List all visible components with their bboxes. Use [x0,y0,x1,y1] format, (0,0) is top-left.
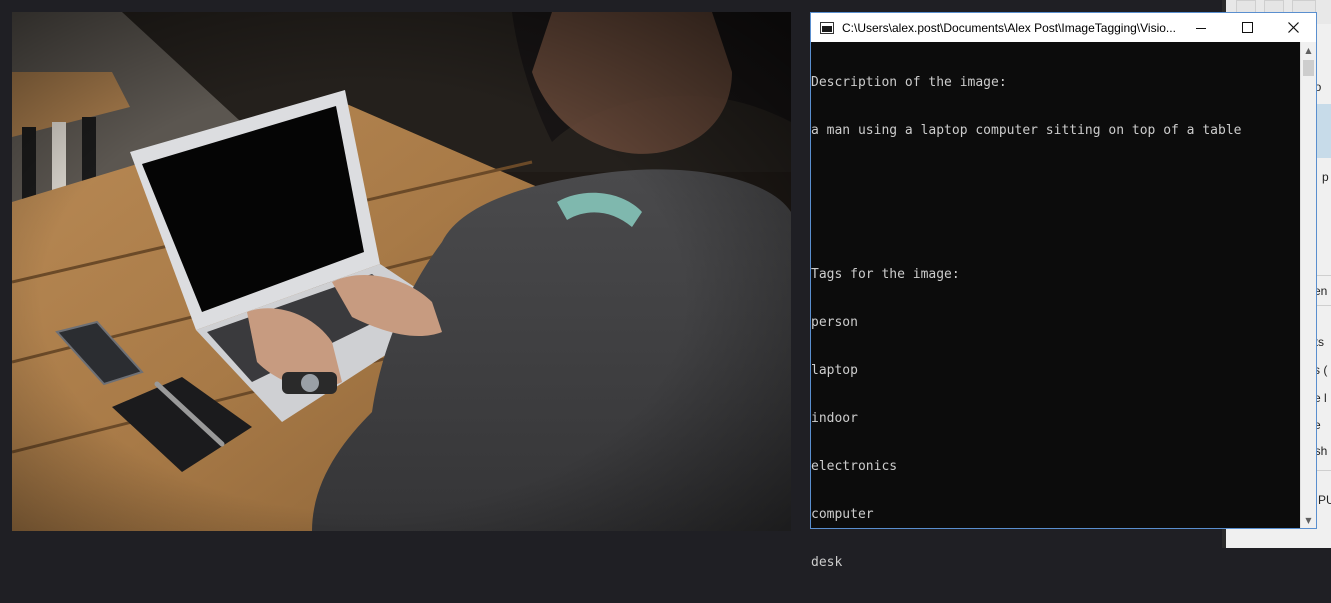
console-line: person [811,315,858,330]
close-icon [1287,22,1299,33]
console-title: C:\Users\alex.post\Documents\Alex Post\I… [842,20,1176,35]
background-text-fragment: p [1322,170,1329,184]
console-line: indoor [811,411,858,426]
photo-laptop-man [12,12,791,531]
scrollbar-thumb[interactable] [1303,60,1314,76]
console-app-icon[interactable] [820,21,834,34]
close-button[interactable] [1270,13,1316,42]
console-line: Tags for the image: [811,267,960,282]
maximize-button[interactable] [1224,13,1270,42]
maximize-icon [1241,22,1253,33]
console-line: electronics [811,459,898,474]
scroll-up-arrow-icon[interactable]: ▲ [1301,42,1316,58]
scroll-down-arrow-icon[interactable]: ▼ [1301,512,1316,528]
console-line: computer [811,507,874,522]
console-window[interactable]: C:\Users\alex.post\Documents\Alex Post\I… [810,12,1317,570]
background-selection-band [1316,104,1331,158]
console-line: desk [811,555,843,570]
console-output[interactable]: Description of the image: a man using a … [811,42,1300,570]
console-scrollbar[interactable]: ▲ ▼ [1300,42,1316,528]
console-title-bar[interactable]: C:\Users\alex.post\Documents\Alex Post\I… [811,13,1316,42]
source-photo [12,12,791,531]
console-line: Description of the image: [811,75,1007,90]
background-text-fragment: PU [1318,493,1331,507]
console-line: laptop [811,363,858,378]
minimize-icon [1196,28,1206,29]
console-line: a man using a laptop computer sitting on… [811,123,1242,138]
minimize-button[interactable] [1178,13,1224,42]
